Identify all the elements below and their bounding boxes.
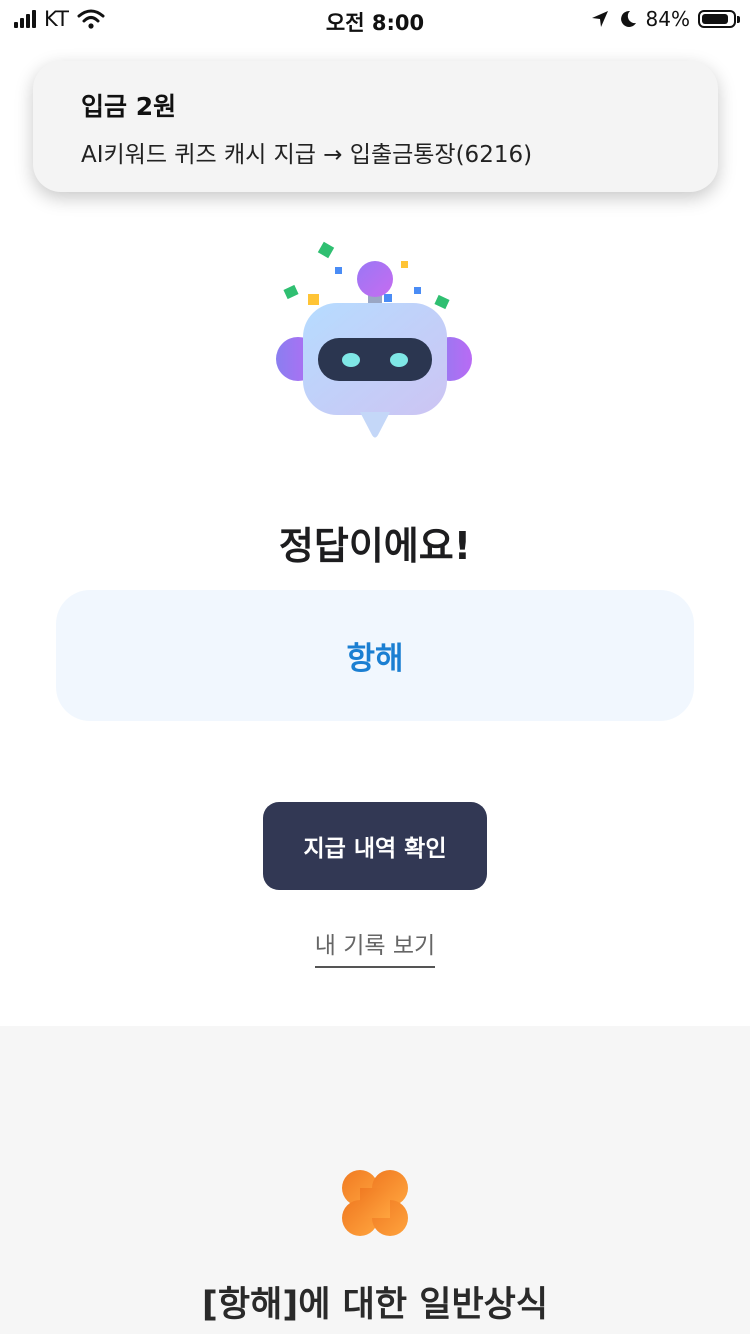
result-headline: 정답이에요! (278, 524, 472, 568)
robot-mascot-icon (276, 241, 472, 438)
battery-percent: 84% (645, 7, 690, 31)
my-record-link[interactable]: 내 기록 보기 (314, 926, 436, 968)
answer-text: 항해 (346, 641, 404, 677)
my-record-link-wrap: 내 기록 보기 (0, 926, 750, 968)
moon-icon (620, 10, 636, 27)
pay-history-button[interactable]: 지급 내역 확인 (263, 802, 487, 890)
status-bar: KT 오전 8:00 84% (0, 0, 750, 40)
info-title: [항해]에 대한 일반상식 (201, 1285, 549, 1325)
notification-title: 입금 2원 (81, 92, 177, 121)
battery-icon (698, 10, 740, 28)
notification-body: AI키워드 퀴즈 캐시 지급 → 입출금통장(6216) (81, 142, 533, 168)
answer-box: 항해 (56, 590, 694, 721)
clover-icon (342, 1170, 408, 1236)
deposit-notification[interactable]: 입금 2원 AI키워드 퀴즈 캐시 지급 → 입출금통장(6216) (33, 61, 718, 192)
location-arrow-icon (591, 11, 608, 27)
status-right: 84% (590, 7, 740, 31)
